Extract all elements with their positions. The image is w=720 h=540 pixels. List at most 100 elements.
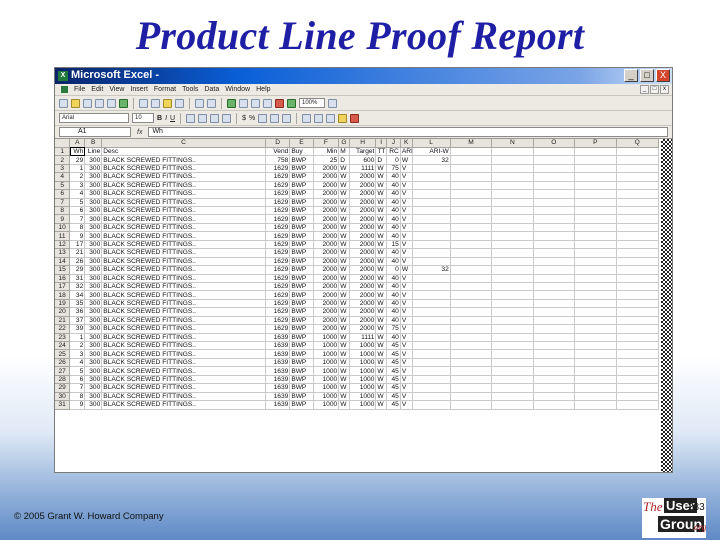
copy-icon[interactable] [151,98,160,108]
cell-g[interactable]: W [338,375,350,385]
cell-g[interactable]: W [338,181,350,191]
cell-b[interactable]: 300 [84,155,103,165]
cell-empty[interactable] [616,257,659,267]
cell-i[interactable]: W [375,206,387,216]
cell-c[interactable]: BLACK SCREWED FITTINGS.. [101,265,266,275]
cell-empty[interactable] [616,307,659,317]
cell-c[interactable]: BLACK SCREWED FITTINGS.. [101,358,266,368]
cell-empty[interactable] [574,223,617,233]
cell-f[interactable]: 2000 [313,240,340,250]
cell-l[interactable] [412,290,451,300]
cell-b[interactable]: 300 [84,189,103,199]
column-header[interactable]: N [491,139,534,148]
cell-h[interactable]: 2000 [349,214,377,224]
column-header[interactable]: I [375,139,387,148]
cell-empty[interactable] [491,240,534,250]
cell-g[interactable]: W [338,349,350,359]
column-header[interactable]: L [412,139,451,148]
cell-j[interactable]: 40 [386,181,401,191]
cell-empty[interactable] [450,257,493,267]
cell-k[interactable]: V [400,299,413,309]
cell-i[interactable]: W [375,383,387,393]
cell-g[interactable]: W [338,164,350,174]
cell-l[interactable] [412,333,451,343]
cell-h[interactable]: 2000 [349,172,377,182]
cell-k[interactable]: V [400,392,413,402]
cell-b[interactable]: 300 [84,206,103,216]
minimize-button[interactable]: _ [624,69,638,82]
cell-empty[interactable] [450,206,493,216]
vertical-scrollbar[interactable] [661,139,672,472]
cell-h[interactable]: 2000 [349,324,377,334]
cell-e[interactable]: BWP [289,400,314,410]
cell-e[interactable]: BWP [289,189,314,199]
cell-g[interactable]: W [338,257,350,267]
cell-h[interactable]: 1000 [349,341,377,351]
cell-empty[interactable] [533,257,576,267]
cell-e[interactable]: BWP [289,383,314,393]
cell-c[interactable]: BLACK SCREWED FITTINGS.. [101,299,266,309]
cell-i[interactable]: W [375,307,387,317]
cell-l[interactable] [412,392,451,402]
cell-e[interactable]: BWP [289,198,314,208]
cell-b[interactable]: 300 [84,257,103,267]
italic-button[interactable]: I [165,115,167,122]
cell-b[interactable]: 300 [84,333,103,343]
cell-i[interactable]: W [375,223,387,233]
cell-b[interactable]: 300 [84,231,103,241]
cell-empty[interactable] [616,290,659,300]
cell-i[interactable]: W [375,189,387,199]
cell-l[interactable] [412,366,451,376]
cell-empty[interactable] [574,290,617,300]
align-center-icon[interactable] [198,113,208,123]
cell-a[interactable]: 21 [69,248,86,258]
cell-g[interactable]: W [338,274,350,283]
cell-c[interactable]: BLACK SCREWED FITTINGS.. [101,333,266,343]
cell-k[interactable]: V [400,375,413,385]
cell-k[interactable]: V [400,231,413,241]
cell-b[interactable]: 300 [84,366,103,376]
cell-d[interactable]: 1639 [265,383,291,393]
cell-e[interactable]: BWP [289,231,314,241]
cell-g[interactable]: W [338,198,350,208]
cell-empty[interactable] [574,214,617,224]
cell-empty[interactable] [574,366,617,376]
cell-j[interactable]: 40 [386,223,401,233]
cell-i[interactable]: W [375,358,387,368]
cell-i[interactable]: W [375,375,387,385]
cell-b[interactable]: 300 [84,290,103,300]
cell-f[interactable]: 1000 [313,400,340,410]
cell-a[interactable]: 3 [69,349,86,359]
cell-c[interactable]: BLACK SCREWED FITTINGS.. [101,392,266,402]
cell-d[interactable]: 1629 [265,181,291,191]
cell-empty[interactable] [491,265,534,275]
cell-a[interactable]: Wh [69,147,86,157]
cell-empty[interactable] [574,248,617,258]
cell-empty[interactable] [574,400,617,410]
row-header[interactable]: 29 [55,383,71,393]
align-right-icon[interactable] [210,113,220,123]
column-header[interactable]: F [313,139,340,148]
select-all-corner[interactable] [55,139,71,148]
cell-j[interactable]: 75 [386,164,401,174]
row-header[interactable]: 15 [55,265,71,275]
cell-a[interactable]: 39 [69,324,86,334]
cell-b[interactable]: 300 [84,358,103,368]
sort-ascending-icon[interactable] [251,98,260,108]
cell-k[interactable]: V [400,333,413,343]
cell-a[interactable]: 2 [69,172,86,182]
cell-d[interactable]: 758 [265,155,291,165]
cell-k[interactable]: V [400,349,413,359]
doc-minimize-button[interactable]: _ [640,85,649,94]
cell-g[interactable]: W [338,240,350,250]
cell-h[interactable]: 2000 [349,290,377,300]
cell-l[interactable] [412,341,451,351]
cell-empty[interactable] [616,214,659,224]
cell-a[interactable]: 34 [69,290,86,300]
cell-h[interactable]: 600 [349,155,377,165]
cell-e[interactable]: BWP [289,265,314,275]
cell-f[interactable]: 2000 [313,189,340,199]
row-header[interactable]: 7 [55,198,71,208]
cell-empty[interactable] [491,198,534,208]
cell-e[interactable]: BWP [289,181,314,191]
